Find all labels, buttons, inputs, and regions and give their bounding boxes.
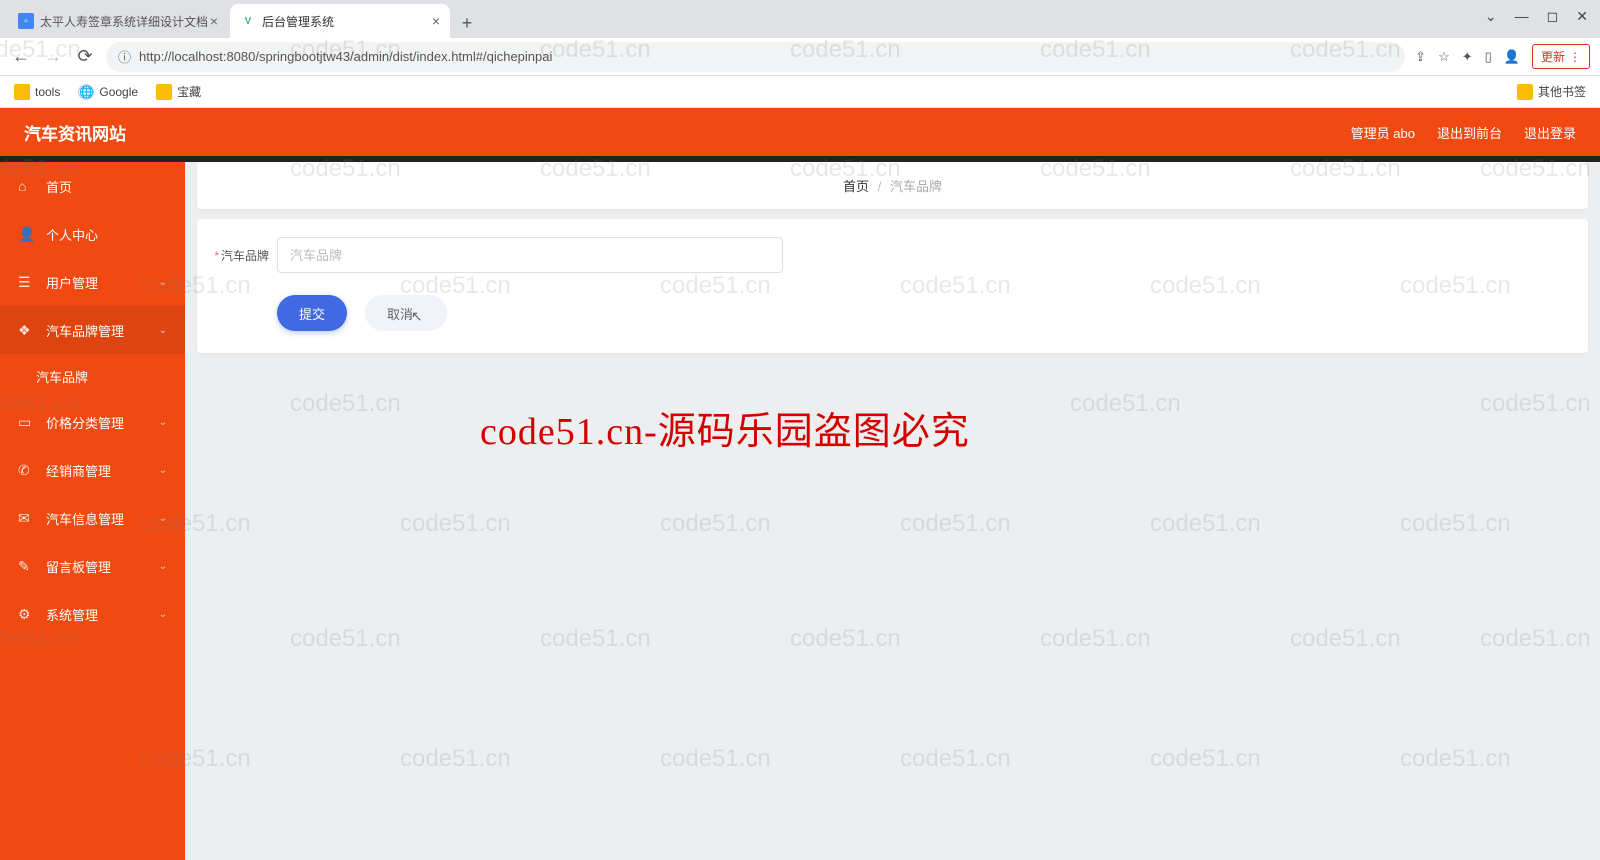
field-label: *汽车品牌 xyxy=(211,247,277,264)
list-icon: ☰ xyxy=(18,274,36,291)
chevron-down-icon: ⌄ xyxy=(159,513,167,524)
breadcrumb-home[interactable]: 首页 xyxy=(843,179,869,194)
url-text: http://localhost:8080/springbootjtw43/ad… xyxy=(139,49,552,64)
browser-tab-2[interactable]: V 后台管理系统 × xyxy=(230,4,450,38)
user-icon: 👤 xyxy=(18,226,36,243)
breadcrumb-separator: / xyxy=(878,179,882,194)
star-icon[interactable]: ☆ xyxy=(1438,49,1450,65)
browser-tab-strip: ▫ 太平人寿签章系统详细设计文档 × V 后台管理系统 × + ⌄ ― ◻ ✕ xyxy=(0,0,1600,38)
bookmark-tools[interactable]: tools xyxy=(14,84,60,100)
price-icon: ▭ xyxy=(18,414,36,431)
new-tab-button[interactable]: + xyxy=(452,8,482,38)
bookmark-treasure[interactable]: 宝藏 xyxy=(156,83,201,100)
cursor-icon: ↖ xyxy=(411,308,423,324)
info-icon: ⓘ xyxy=(118,47,131,66)
breadcrumb: 首页 / 汽车品牌 xyxy=(197,162,1588,209)
favicon-icon: V xyxy=(240,13,256,29)
message-icon: ✎ xyxy=(18,558,36,575)
user-label[interactable]: 管理员 abo xyxy=(1351,123,1415,142)
chevron-down-icon[interactable]: ⌄ xyxy=(1485,8,1497,25)
breadcrumb-card: 首页 / 汽车品牌 xyxy=(197,162,1588,209)
maximize-icon[interactable]: ◻ xyxy=(1547,8,1559,25)
sidebar-item-car-brand[interactable]: ❖汽车品牌管理⌄ xyxy=(0,306,185,354)
window-controls: ⌄ ― ◻ ✕ xyxy=(1485,0,1600,38)
form-row-brand: *汽车品牌 xyxy=(197,219,1588,283)
gear-icon: ⚙ xyxy=(18,606,36,623)
browser-tab-1[interactable]: ▫ 太平人寿签章系统详细设计文档 × xyxy=(8,4,228,38)
address-bar: ← → ⟳ ⓘ http://localhost:8080/springboot… xyxy=(0,38,1600,76)
sidebar-item-car-info[interactable]: ✉汽车信息管理⌄ xyxy=(0,494,185,542)
chevron-down-icon: ⌄ xyxy=(159,465,167,476)
button-row: 提交 取消↖ xyxy=(197,283,1588,353)
minimize-icon[interactable]: ― xyxy=(1515,8,1529,24)
logout-button[interactable]: 退出登录 xyxy=(1524,123,1576,142)
bookmarks-bar: tools 🌐Google 宝藏 其他书签 xyxy=(0,76,1600,108)
close-icon[interactable]: × xyxy=(432,13,440,29)
car-info-icon: ✉ xyxy=(18,510,36,527)
chevron-down-icon: ⌄ xyxy=(159,609,167,620)
close-window-icon[interactable]: ✕ xyxy=(1576,8,1588,25)
brand-icon: ❖ xyxy=(18,322,36,339)
submit-button[interactable]: 提交 xyxy=(277,295,347,331)
extension-icon[interactable]: ✦ xyxy=(1462,49,1473,65)
sidebar-item-profile[interactable]: 👤个人中心 xyxy=(0,210,185,258)
share-icon[interactable]: ⇪ xyxy=(1415,49,1426,65)
chevron-down-icon: ⌄ xyxy=(159,561,167,572)
close-icon[interactable]: × xyxy=(210,13,218,29)
app-header: 汽车资讯网站 管理员 abo 退出到前台 退出登录 xyxy=(0,108,1600,156)
sidebar-subitem-car-brand[interactable]: 汽车品牌 xyxy=(0,354,185,398)
update-button[interactable]: 更新⋮ xyxy=(1532,44,1590,69)
bookmark-google[interactable]: 🌐Google xyxy=(78,84,138,100)
brand-input[interactable] xyxy=(277,237,783,273)
back-button[interactable]: ← xyxy=(10,46,32,67)
sidebar-item-home[interactable]: ⌂首页 xyxy=(0,162,185,210)
sidebar: ⌂首页 👤个人中心 ☰用户管理⌄ ❖汽车品牌管理⌄ 汽车品牌 ▭价格分类管理⌄ … xyxy=(0,162,185,860)
panel-icon[interactable]: ▯ xyxy=(1485,49,1492,65)
breadcrumb-current: 汽车品牌 xyxy=(890,179,942,194)
form-card: *汽车品牌 提交 取消↖ xyxy=(197,219,1588,353)
sidebar-item-price-category[interactable]: ▭价格分类管理⌄ xyxy=(0,398,185,446)
url-input[interactable]: ⓘ http://localhost:8080/springbootjtw43/… xyxy=(106,42,1405,72)
app-brand: 汽车资讯网站 xyxy=(24,120,126,145)
favicon-icon: ▫ xyxy=(18,13,34,29)
cancel-button[interactable]: 取消↖ xyxy=(365,295,447,331)
chevron-down-icon: ⌄ xyxy=(159,325,167,336)
sidebar-item-system[interactable]: ⚙系统管理⌄ xyxy=(0,590,185,638)
other-bookmarks[interactable]: 其他书签 xyxy=(1517,83,1586,100)
sidebar-item-users[interactable]: ☰用户管理⌄ xyxy=(0,258,185,306)
sidebar-item-message-board[interactable]: ✎留言板管理⌄ xyxy=(0,542,185,590)
main-content: 首页 / 汽车品牌 *汽车品牌 提交 取消↖ xyxy=(185,162,1600,860)
sidebar-item-dealer[interactable]: ✆经销商管理⌄ xyxy=(0,446,185,494)
chevron-down-icon: ⌄ xyxy=(159,277,167,288)
home-icon: ⌂ xyxy=(18,178,36,194)
exit-to-front-button[interactable]: 退出到前台 xyxy=(1437,123,1502,142)
profile-icon[interactable]: 👤 xyxy=(1504,49,1520,65)
chevron-down-icon: ⌄ xyxy=(159,417,167,428)
tab-title: 太平人寿签章系统详细设计文档 xyxy=(40,13,208,30)
reload-button[interactable]: ⟳ xyxy=(74,46,96,67)
tab-title: 后台管理系统 xyxy=(262,13,334,30)
dealer-icon: ✆ xyxy=(18,462,36,479)
forward-button[interactable]: → xyxy=(42,46,64,67)
